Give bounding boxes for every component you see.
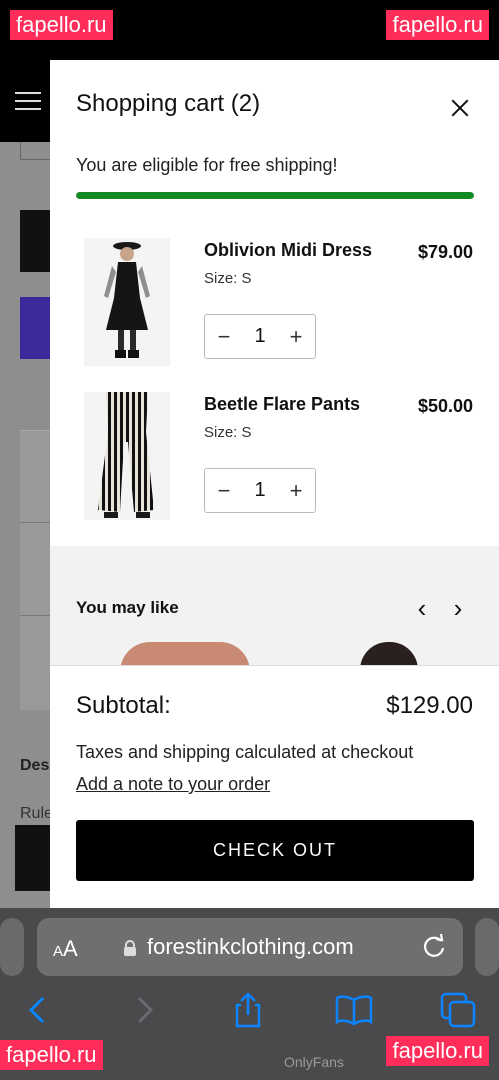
watermark: fapello.ru xyxy=(10,10,113,40)
chevron-left-icon[interactable]: ‹ xyxy=(410,594,434,622)
quantity-stepper: − 1 + xyxy=(204,314,316,359)
background-heading: Des xyxy=(20,757,50,774)
lock-icon xyxy=(124,940,136,956)
url-text[interactable]: forestinkclothing.com xyxy=(147,934,354,960)
product-image-dress[interactable] xyxy=(84,238,170,366)
quantity-decrease-button[interactable]: − xyxy=(205,315,243,358)
quantity-value[interactable]: 1 xyxy=(243,315,277,358)
quantity-increase-button[interactable]: + xyxy=(277,315,315,358)
free-shipping-message: You are eligible for free shipping! xyxy=(76,155,338,175)
next-tab-preview[interactable] xyxy=(475,918,499,976)
close-icon[interactable] xyxy=(442,90,478,126)
cart-title: Shopping cart (2) xyxy=(76,90,261,117)
address-bar[interactable]: AA forestinkclothing.com xyxy=(37,918,463,976)
share-icon[interactable] xyxy=(228,990,268,1030)
item-name[interactable]: Oblivion Midi Dress xyxy=(204,240,372,261)
tax-note: Taxes and shipping calculated at checkou… xyxy=(76,742,414,762)
forward-icon[interactable] xyxy=(124,990,164,1030)
item-size: Size: S xyxy=(204,424,252,441)
shipping-progress-bar xyxy=(76,192,474,199)
watermark: fapello.ru xyxy=(386,1036,489,1066)
cart-item: Oblivion Midi Dress Size: S $79.00 − 1 + xyxy=(50,238,499,378)
quantity-increase-button[interactable]: + xyxy=(277,469,315,512)
item-size: Size: S xyxy=(204,270,252,287)
add-order-note-link[interactable]: Add a note to your order xyxy=(76,774,270,795)
quantity-stepper: − 1 + xyxy=(204,468,316,513)
product-image-pants[interactable] xyxy=(84,392,170,520)
subtotal-value: $129.00 xyxy=(386,692,473,719)
recommendations-section: You may like ‹ › xyxy=(50,546,499,666)
hamburger-menu-icon[interactable] xyxy=(15,92,41,112)
checkout-button[interactable]: CHECK OUT xyxy=(76,820,474,881)
subtotal-label: Subtotal: xyxy=(76,692,171,719)
back-icon[interactable] xyxy=(18,990,58,1030)
faint-watermark: OnlyFans xyxy=(284,1054,344,1070)
previous-tab-preview[interactable] xyxy=(0,918,24,976)
background-text: Rule xyxy=(20,805,53,822)
reload-icon[interactable] xyxy=(421,933,447,959)
item-price: $50.00 xyxy=(417,396,473,416)
recommendations-title: You may like xyxy=(76,598,179,617)
bookmarks-icon[interactable] xyxy=(334,990,374,1030)
watermark: fapello.ru xyxy=(0,1040,103,1070)
cart-item: Beetle Flare Pants Size: S $50.00 − 1 + xyxy=(50,392,499,532)
recommendation-image[interactable] xyxy=(360,642,418,666)
quantity-value[interactable]: 1 xyxy=(243,469,277,512)
recommendation-image[interactable] xyxy=(120,642,250,666)
cart-drawer: Shopping cart (2) You are eligible for f… xyxy=(50,60,499,908)
item-price: $79.00 xyxy=(417,242,473,262)
cart-footer: Subtotal: $129.00 Taxes and shipping cal… xyxy=(50,665,499,908)
chevron-right-icon[interactable]: › xyxy=(446,594,470,622)
quantity-decrease-button[interactable]: − xyxy=(205,469,243,512)
watermark: fapello.ru xyxy=(386,10,489,40)
tabs-icon[interactable] xyxy=(438,990,478,1030)
shipping-progress-fill xyxy=(76,192,474,199)
text-size-button[interactable]: AA xyxy=(53,936,78,962)
item-name[interactable]: Beetle Flare Pants xyxy=(204,394,360,415)
